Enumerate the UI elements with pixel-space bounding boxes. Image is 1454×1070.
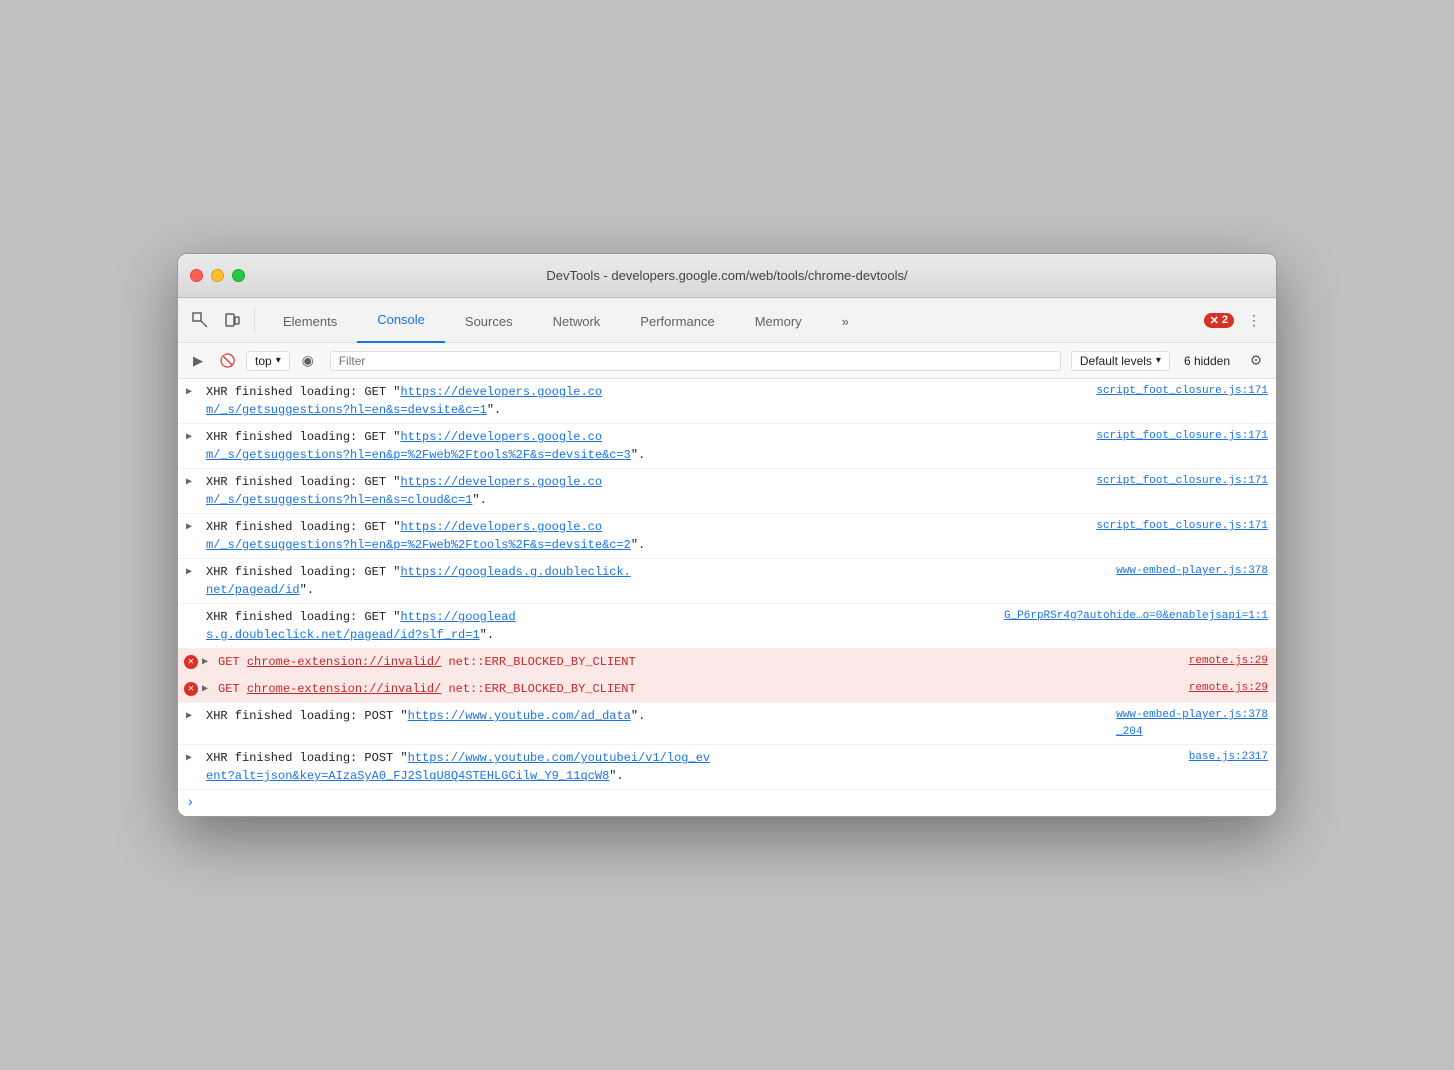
hidden-count: 6 hidden (1176, 354, 1238, 368)
log-source[interactable]: remote.js:29 (1189, 653, 1268, 670)
log-source[interactable]: script_foot_closure.js:171 (1096, 518, 1268, 535)
log-link[interactable]: https://developers.google.com/_s/getsugg… (206, 385, 602, 417)
expand-icon[interactable]: ▶ (186, 520, 192, 535)
clear-errors-button[interactable]: 🚫 (216, 349, 240, 373)
log-text: XHR finished loading: GET "https://googl… (206, 608, 996, 644)
log-entry: ▶ XHR finished loading: POST "https://ww… (178, 703, 1276, 745)
log-link[interactable]: https://www.youtube.com/ad_data (408, 709, 631, 723)
console-settings-button[interactable]: ⚙ (1244, 349, 1268, 373)
log-link[interactable]: chrome-extension://invalid/ (247, 682, 441, 696)
context-selector[interactable]: top ▾ (246, 351, 290, 371)
expand-icon[interactable]: ▶ (202, 655, 208, 670)
log-text: XHR finished loading: GET "https://googl… (206, 563, 1108, 599)
live-expression-button[interactable]: ◉ (296, 349, 320, 373)
console-toolbar: ▶ 🚫 top ▾ ◉ Default levels ▾ 6 hidden (178, 343, 1276, 379)
console-output: ▶ XHR finished loading: GET "https://dev… (178, 379, 1276, 816)
log-link[interactable]: https://googleads.g.doubleclick.net/page… (206, 610, 516, 642)
expand-icon[interactable]: ▶ (186, 751, 192, 766)
log-entry: XHR finished loading: GET "https://googl… (178, 604, 1276, 649)
log-source[interactable]: G_P6rpRSr4g?autohide…o=0&enablejsapi=1:1 (1004, 608, 1268, 625)
console-prompt[interactable]: › (178, 790, 1276, 816)
log-entry-error: ✕ ▶ GET chrome-extension://invalid/ net:… (178, 676, 1276, 703)
titlebar: DevTools - developers.google.com/web/too… (178, 254, 1276, 298)
devtools-window: DevTools - developers.google.com/web/too… (177, 253, 1277, 817)
log-link[interactable]: chrome-extension://invalid/ (247, 655, 441, 669)
log-entry: ▶ XHR finished loading: GET "https://dev… (178, 469, 1276, 514)
tab-performance[interactable]: Performance (620, 298, 734, 344)
log-levels-button[interactable]: Default levels ▾ (1071, 351, 1170, 371)
main-tabs: Elements Console Sources Network Perform… (263, 298, 1200, 342)
maximize-button[interactable] (232, 269, 245, 282)
tab-more[interactable]: » (822, 298, 869, 344)
expand-icon[interactable]: ▶ (186, 385, 192, 400)
tab-console[interactable]: Console (357, 298, 445, 343)
main-toolbar: Elements Console Sources Network Perform… (178, 298, 1276, 343)
log-entry-error: ✕ ▶ GET chrome-extension://invalid/ net:… (178, 649, 1276, 676)
log-link[interactable]: https://developers.google.com/_s/getsugg… (206, 520, 631, 552)
device-toolbar-button[interactable] (218, 306, 246, 334)
tab-sources[interactable]: Sources (445, 298, 533, 344)
run-button[interactable]: ▶ (186, 349, 210, 373)
log-entry: ▶ XHR finished loading: GET "https://dev… (178, 379, 1276, 424)
toolbar-divider (254, 308, 255, 332)
log-text: GET chrome-extension://invalid/ net::ERR… (206, 653, 1181, 671)
expand-icon[interactable]: ▶ (186, 565, 192, 580)
expand-icon[interactable]: ▶ (186, 709, 192, 724)
log-link[interactable]: https://developers.google.com/_s/getsugg… (206, 475, 602, 507)
log-text: XHR finished loading: GET "https://devel… (206, 473, 1088, 509)
filter-input[interactable] (339, 354, 1052, 368)
log-entry: ▶ XHR finished loading: GET "https://dev… (178, 514, 1276, 559)
tab-network[interactable]: Network (533, 298, 621, 344)
console-input[interactable] (206, 796, 1268, 810)
error-badge[interactable]: ✕ 2 (1204, 313, 1234, 328)
traffic-lights (190, 269, 245, 282)
close-button[interactable] (190, 269, 203, 282)
log-source[interactable]: script_foot_closure.js:171 (1096, 383, 1268, 400)
log-entry: ▶ XHR finished loading: GET "https://dev… (178, 424, 1276, 469)
expand-icon[interactable]: ▶ (202, 682, 208, 697)
log-text: GET chrome-extension://invalid/ net::ERR… (206, 680, 1181, 698)
expand-icon[interactable]: ▶ (186, 475, 192, 490)
log-entry: ▶ XHR finished loading: POST "https://ww… (178, 745, 1276, 790)
log-source[interactable]: remote.js:29 (1189, 680, 1268, 697)
log-text: XHR finished loading: GET "https://devel… (206, 518, 1088, 554)
log-entry: ▶ XHR finished loading: GET "https://goo… (178, 559, 1276, 604)
devtools-menu-button[interactable]: ⋮ (1240, 306, 1268, 334)
log-source[interactable]: script_foot_closure.js:171 (1096, 473, 1268, 490)
error-icon: ✕ (184, 682, 198, 696)
window-title: DevTools - developers.google.com/web/too… (546, 268, 907, 283)
log-source[interactable]: script_foot_closure.js:171 (1096, 428, 1268, 445)
log-source[interactable]: www-embed-player.js:378_204 (1116, 707, 1268, 740)
devtools-panel: Elements Console Sources Network Perform… (178, 298, 1276, 816)
log-link[interactable]: https://googleads.g.doubleclick.net/page… (206, 565, 631, 597)
tab-elements[interactable]: Elements (263, 298, 357, 344)
tab-memory[interactable]: Memory (735, 298, 822, 344)
expand-icon[interactable]: ▶ (186, 430, 192, 445)
minimize-button[interactable] (211, 269, 224, 282)
inspect-element-button[interactable] (186, 306, 214, 334)
log-text: XHR finished loading: POST "https://www.… (206, 707, 1108, 725)
log-link[interactable]: https://www.youtube.com/youtubei/v1/log_… (206, 751, 710, 783)
log-text: XHR finished loading: GET "https://devel… (206, 383, 1088, 419)
log-link[interactable]: https://developers.google.com/_s/getsugg… (206, 430, 631, 462)
log-source[interactable]: base.js:2317 (1189, 749, 1268, 766)
log-text: XHR finished loading: POST "https://www.… (206, 749, 1181, 785)
prompt-arrow: › (186, 795, 194, 811)
log-source[interactable]: www-embed-player.js:378 (1116, 563, 1268, 580)
error-icon: ✕ (184, 655, 198, 669)
log-text: XHR finished loading: GET "https://devel… (206, 428, 1088, 464)
filter-container (330, 351, 1061, 371)
